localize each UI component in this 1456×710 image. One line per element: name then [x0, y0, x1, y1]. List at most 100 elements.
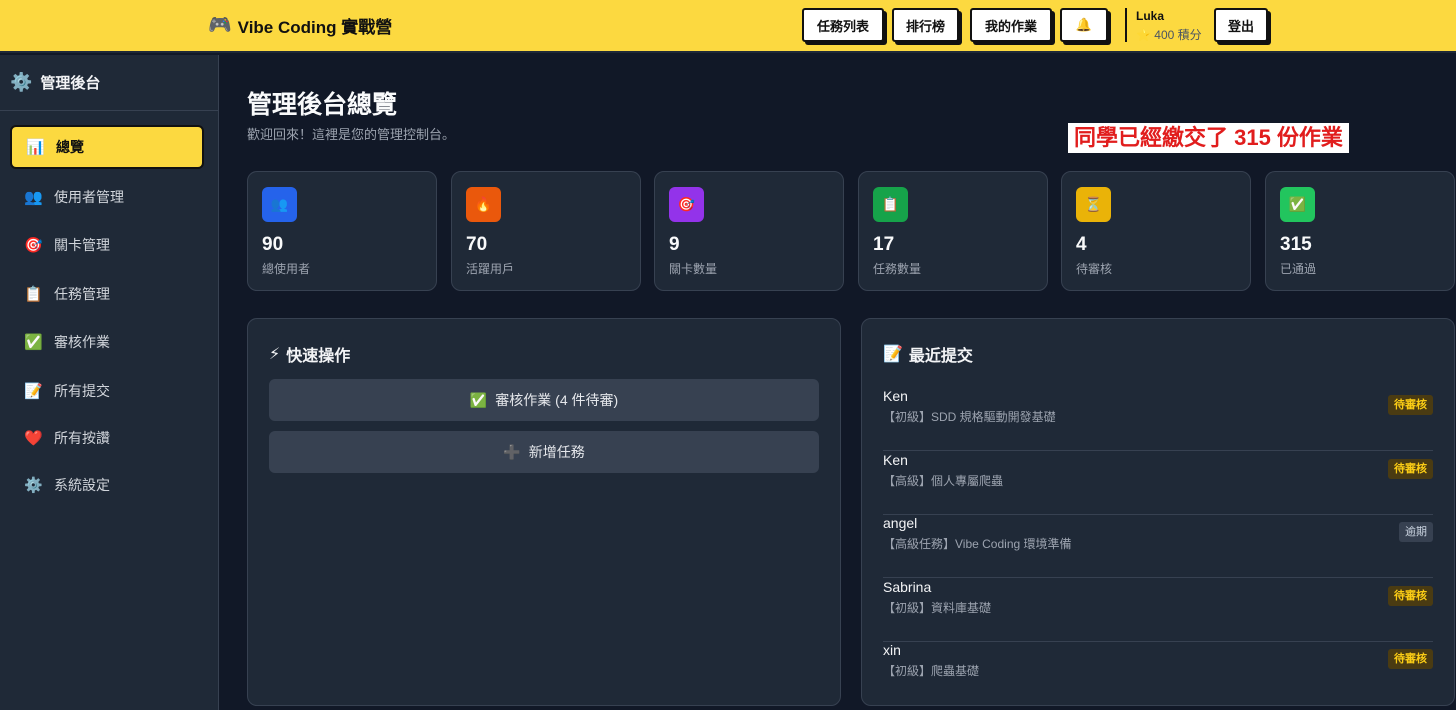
- quick-actions-panel: ⚡ 快速操作 ✅ 審核作業 (4 件待審) ➕ 新增任務: [247, 318, 841, 706]
- check-mark-icon: ✅: [469, 391, 488, 408]
- stat-value: 90: [262, 234, 284, 255]
- task-name: 【高級任務】Vibe Coding 環境準備: [883, 537, 1072, 551]
- stat-card-levels: 🎯 9 關卡數量: [654, 171, 844, 291]
- sidebar-item-label: 關卡管理: [54, 237, 110, 253]
- status-badge: 逾期: [1399, 522, 1433, 542]
- sidebar-item-review[interactable]: ✅ 審核作業: [10, 320, 204, 364]
- panel-title-text: 最近提交: [908, 348, 973, 365]
- stat-label: 待審核: [1076, 262, 1113, 276]
- memo-icon: 📝: [883, 346, 903, 363]
- gear-icon: ⚙️: [10, 72, 33, 92]
- sidebar-item-users[interactable]: 👥 使用者管理: [10, 175, 204, 219]
- list-item[interactable]: Ken 【初級】SDD 規格驅動開發基礎 待審核: [883, 388, 1433, 451]
- user-name: Luka: [1136, 9, 1165, 23]
- task-name: 【初級】資料庫基礎: [883, 601, 992, 615]
- gear-icon: ⚙️: [24, 477, 43, 494]
- brand[interactable]: 🎮 Vibe Coding 實戰營: [208, 13, 392, 38]
- target-icon: 🎯: [24, 237, 43, 254]
- stat-label: 已通過: [1280, 262, 1317, 276]
- submitter-name: xin: [883, 642, 901, 658]
- list-item[interactable]: Sabrina 【初級】資料庫基礎 待審核: [883, 579, 1433, 642]
- stat-card-approved: ✅ 315 已通過: [1265, 171, 1455, 291]
- recent-submissions-panel: 📝 最近提交 Ken 【初級】SDD 規格驅動開發基礎 待審核 Ken 【高級】…: [861, 318, 1455, 706]
- stat-card-pending: ⏳ 4 待審核: [1061, 171, 1251, 291]
- submitter-name: Ken: [883, 388, 908, 404]
- button-label: 審核作業 (4 件待審): [495, 392, 619, 408]
- sidebar-item-label: 任務管理: [54, 286, 110, 302]
- sidebar-item-likes[interactable]: ❤️ 所有按讚: [10, 416, 204, 460]
- sidebar-header: ⚙️ 管理後台: [0, 55, 218, 111]
- game-controller-icon: 🎮: [208, 15, 232, 36]
- sidebar-item-settings[interactable]: ⚙️ 系統設定: [10, 463, 204, 507]
- stat-value: 17: [873, 234, 895, 255]
- lightning-icon: ⚡: [269, 346, 281, 363]
- task-name: 【高級】個人專屬爬蟲: [883, 474, 1004, 488]
- brand-title: Vibe Coding 實戰營: [237, 18, 393, 37]
- status-badge: 待審核: [1388, 395, 1433, 415]
- nav-task-list-button[interactable]: 任務列表: [802, 8, 884, 42]
- plus-icon: ➕: [503, 443, 521, 460]
- page-subtitle: 歡迎回來！這裡是您的管理控制台。: [247, 127, 456, 142]
- memo-icon: 📝: [24, 383, 43, 400]
- user-info: Luka ⭐ 400 積分: [1136, 9, 1202, 43]
- heart-icon: ❤️: [24, 430, 43, 447]
- stat-label: 總使用者: [262, 262, 311, 276]
- submission-count-banner: 同學已經繳交了 315 份作業: [1068, 123, 1349, 153]
- users-icon: 👥: [24, 189, 43, 206]
- list-item[interactable]: xin 【初級】爬蟲基礎 待審核: [883, 642, 1433, 705]
- check-mark-icon: ✅: [24, 334, 43, 351]
- status-badge: 待審核: [1388, 586, 1433, 606]
- list-item[interactable]: angel 【高級任務】Vibe Coding 環境準備 逾期: [883, 515, 1433, 578]
- stat-value: 315: [1280, 234, 1312, 255]
- sidebar-item-label: 總覽: [56, 139, 84, 155]
- users-icon: 👥: [262, 187, 297, 222]
- nav-leaderboard-button[interactable]: 排行榜: [892, 8, 959, 42]
- page-title: 管理後台總覽: [247, 91, 398, 119]
- clipboard-icon: 📋: [873, 187, 908, 222]
- stat-label: 活躍用戶: [466, 262, 515, 276]
- submitter-name: Sabrina: [883, 579, 932, 595]
- top-navbar: 🎮 Vibe Coding 實戰營 任務列表 排行榜 我的作業 🔔 Luka ⭐…: [0, 0, 1456, 53]
- bell-icon: 🔔: [1075, 17, 1093, 32]
- target-icon: 🎯: [669, 187, 704, 222]
- notifications-button[interactable]: 🔔: [1060, 8, 1108, 42]
- sidebar-item-label: 所有按讚: [54, 430, 110, 446]
- user-points: ⭐ 400 積分: [1136, 28, 1202, 42]
- task-name: 【初級】爬蟲基礎: [883, 664, 980, 678]
- logout-button[interactable]: 登出: [1214, 8, 1268, 42]
- nav-divider: [1125, 8, 1127, 42]
- list-item[interactable]: Ken 【高級】個人專屬爬蟲 待審核: [883, 452, 1433, 515]
- sidebar-item-label: 使用者管理: [54, 189, 124, 205]
- sidebar-item-submissions[interactable]: 📝 所有提交: [10, 369, 204, 413]
- review-homework-button[interactable]: ✅ 審核作業 (4 件待審): [269, 379, 819, 421]
- sidebar-item-overview[interactable]: 📊 總覽: [10, 125, 204, 169]
- status-badge: 待審核: [1388, 459, 1433, 479]
- stat-card-total-users: 👥 90 總使用者: [247, 171, 437, 291]
- status-badge: 待審核: [1388, 649, 1433, 669]
- nav-my-homework-button[interactable]: 我的作業: [970, 8, 1052, 42]
- sidebar-item-tasks[interactable]: 📋 任務管理: [10, 272, 204, 316]
- panel-title-text: 快速操作: [286, 348, 351, 365]
- hourglass-icon: ⏳: [1076, 187, 1111, 222]
- sidebar-item-label: 所有提交: [54, 383, 110, 399]
- sidebar-item-label: 審核作業: [54, 334, 110, 350]
- fire-icon: 🔥: [466, 187, 501, 222]
- bar-chart-icon: 📊: [26, 139, 45, 156]
- panel-title: 📝 最近提交: [883, 342, 973, 366]
- submitter-name: angel: [883, 515, 918, 531]
- sidebar-item-levels[interactable]: 🎯 關卡管理: [10, 223, 204, 267]
- sidebar: ⚙️ 管理後台 📊 總覽 👥 使用者管理 🎯 關卡管理 📋 任務管理 ✅ 審核作…: [0, 55, 219, 710]
- sidebar-item-label: 系統設定: [54, 477, 110, 493]
- stat-value: 9: [669, 234, 680, 255]
- stat-card-tasks: 📋 17 任務數量: [858, 171, 1048, 291]
- stat-label: 任務數量: [873, 262, 922, 276]
- stat-value: 70: [466, 234, 488, 255]
- sidebar-title: 管理後台: [40, 75, 101, 92]
- panel-title: ⚡ 快速操作: [269, 342, 350, 366]
- add-task-button[interactable]: ➕ 新增任務: [269, 431, 819, 473]
- stat-value: 4: [1076, 234, 1087, 255]
- clipboard-icon: 📋: [24, 286, 43, 303]
- button-label: 新增任務: [528, 444, 585, 460]
- stat-label: 關卡數量: [669, 262, 718, 276]
- submitter-name: Ken: [883, 452, 908, 468]
